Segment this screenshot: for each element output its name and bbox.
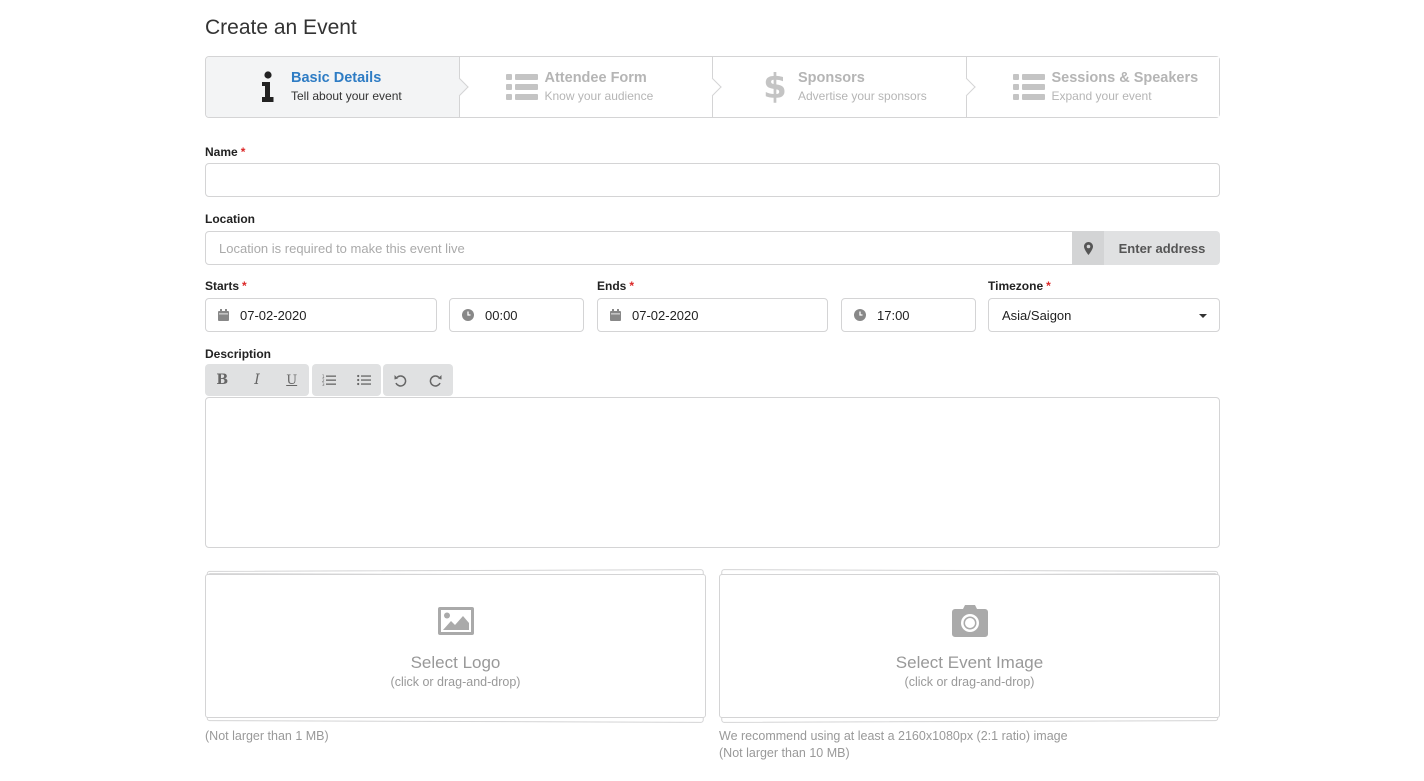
list-icon: [504, 69, 540, 105]
bullet-list-icon: [356, 374, 371, 386]
clock-icon: [462, 309, 474, 321]
italic-button[interactable]: I: [240, 364, 275, 396]
step-title: Basic Details: [291, 70, 382, 86]
ordered-list-button[interactable]: 123: [312, 364, 347, 396]
description-editor[interactable]: [205, 397, 1220, 548]
logo-size-hint: (Not larger than 1 MB): [205, 729, 329, 743]
step-description: Advertise your sponsors: [798, 89, 927, 103]
list-icon: [1011, 69, 1047, 105]
event-steps: Basic Details Tell about your event Atte…: [205, 56, 1220, 118]
map-pin-icon: [1072, 231, 1104, 265]
camera-icon: [951, 605, 988, 637]
svg-text:3: 3: [322, 382, 325, 386]
history-toolbar-group: [383, 364, 453, 396]
start-time-input[interactable]: 00:00: [449, 298, 584, 332]
calendar-icon: [218, 309, 229, 321]
info-icon: [250, 69, 286, 105]
step-title: Sessions & Speakers: [1051, 70, 1199, 86]
name-input[interactable]: [205, 163, 1220, 197]
step-basic-details[interactable]: Basic Details Tell about your event: [206, 57, 460, 117]
end-date-input[interactable]: 07-02-2020: [597, 298, 828, 332]
ordered-list-icon: 123: [322, 374, 337, 386]
step-description: Know your audience: [544, 89, 654, 103]
caret-down-icon: [1199, 314, 1207, 318]
required-mark: *: [242, 279, 247, 293]
calendar-icon: [610, 309, 621, 321]
step-title: Sponsors: [798, 70, 865, 86]
location-label: Location: [205, 212, 255, 226]
event-image-resolution-hint: We recommend using at least a 2160x1080p…: [719, 729, 1068, 743]
bullet-list-button[interactable]: [347, 364, 382, 396]
page-title: Create an Event: [205, 16, 357, 39]
step-description: Expand your event: [1051, 89, 1152, 103]
undo-button[interactable]: [383, 364, 418, 396]
dollar-icon: $: [763, 67, 787, 107]
required-mark: *: [1046, 279, 1051, 293]
underline-button[interactable]: U: [274, 364, 309, 396]
redo-button[interactable]: [418, 364, 453, 396]
step-sessions-speakers[interactable]: Sessions & Speakers Expand your event: [966, 57, 1219, 117]
step-sponsors[interactable]: $ Sponsors Advertise your sponsors: [713, 57, 967, 117]
enter-address-button[interactable]: Enter address: [1072, 231, 1220, 265]
location-input[interactable]: Location is required to make this event …: [205, 231, 1073, 265]
redo-icon: [429, 374, 442, 387]
event-image-dropzone[interactable]: Select Event Image (click or drag-and-dr…: [719, 574, 1220, 718]
event-image-hint: We recommend using at least a 2160x1080p…: [719, 728, 1068, 762]
step-title: Attendee Form: [544, 70, 647, 86]
required-mark: *: [629, 279, 635, 293]
timezone-select[interactable]: Asia/Saigon: [988, 298, 1220, 332]
timezone-label: Timezone *: [988, 279, 1051, 293]
step-attendee-form[interactable]: Attendee Form Know your audience: [459, 57, 713, 117]
logo-dropzone-subtitle: (click or drag-and-drop): [390, 675, 521, 689]
name-label: Name *: [205, 145, 246, 159]
list-toolbar-group: 123: [312, 364, 381, 396]
clock-icon: [854, 309, 866, 321]
ends-label: Ends *: [597, 279, 635, 293]
required-mark: *: [240, 145, 246, 159]
bold-button[interactable]: B: [205, 364, 240, 396]
end-time-input[interactable]: 17:00: [841, 298, 976, 332]
event-image-dropzone-subtitle: (click or drag-and-drop): [904, 675, 1035, 689]
undo-icon: [394, 374, 407, 387]
format-toolbar-group: B I U: [205, 364, 309, 396]
location-placeholder: Location is required to make this event …: [219, 240, 465, 256]
logo-dropzone[interactable]: Select Logo (click or drag-and-drop): [205, 574, 706, 718]
step-description: Tell about your event: [291, 89, 402, 103]
image-icon: [437, 605, 474, 637]
starts-label: Starts *: [205, 279, 247, 293]
event-image-size-hint: (Not larger than 10 MB): [719, 746, 850, 760]
logo-dropzone-title: Select Logo: [410, 653, 501, 672]
event-image-dropzone-title: Select Event Image: [895, 653, 1044, 672]
enter-address-label: Enter address: [1118, 240, 1206, 256]
description-label: Description: [205, 347, 272, 361]
start-date-input[interactable]: 07-02-2020: [205, 298, 437, 332]
